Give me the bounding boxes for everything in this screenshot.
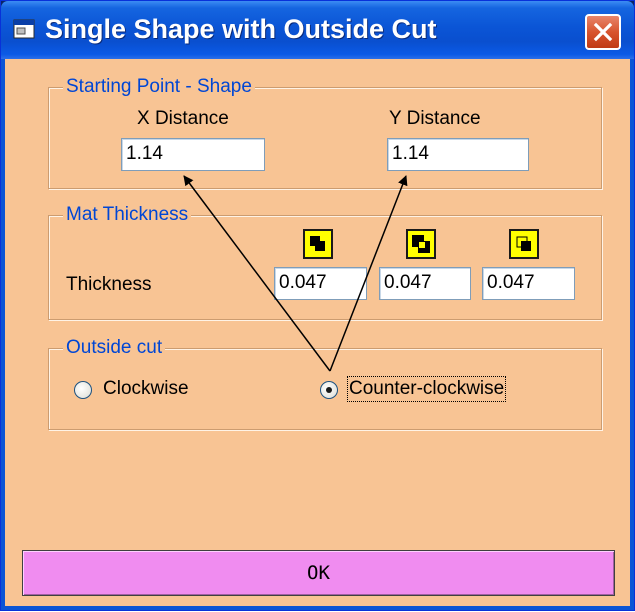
y-distance-input[interactable]: 1.14: [387, 138, 529, 171]
close-button[interactable]: [585, 14, 621, 50]
mat-layer-middle-icon[interactable]: [406, 229, 436, 259]
counter-clockwise-label[interactable]: Counter-clockwise: [346, 376, 507, 402]
mat-layer-bottom-icon[interactable]: [509, 229, 539, 259]
thickness-input-2[interactable]: 0.047: [379, 267, 471, 300]
radio-selected-dot: [326, 387, 332, 393]
mat-thickness-legend: Mat Thickness: [63, 204, 192, 226]
starting-point-legend: Starting Point - Shape: [63, 76, 255, 98]
close-icon: [593, 22, 613, 42]
outside-cut-legend: Outside cut: [63, 337, 166, 359]
clockwise-label[interactable]: Clockwise: [103, 378, 189, 400]
thickness-input-3[interactable]: 0.047: [482, 267, 575, 300]
counter-clockwise-radio[interactable]: [320, 381, 338, 399]
dialog-window: Single Shape with Outside Cut Starting P…: [0, 0, 635, 611]
x-distance-input[interactable]: 1.14: [121, 138, 265, 171]
clockwise-radio[interactable]: [74, 381, 92, 399]
ok-button[interactable]: OK: [22, 550, 615, 596]
app-window-icon: [13, 19, 35, 39]
x-distance-label: X Distance: [137, 108, 229, 129]
mat-layer-top-icon[interactable]: [303, 229, 333, 259]
thickness-label: Thickness: [66, 274, 152, 295]
thickness-input-1[interactable]: 0.047: [274, 267, 367, 300]
window-title: Single Shape with Outside Cut: [45, 14, 437, 44]
y-distance-label: Y Distance: [389, 108, 481, 129]
title-bar[interactable]: Single Shape with Outside Cut: [1, 1, 634, 59]
